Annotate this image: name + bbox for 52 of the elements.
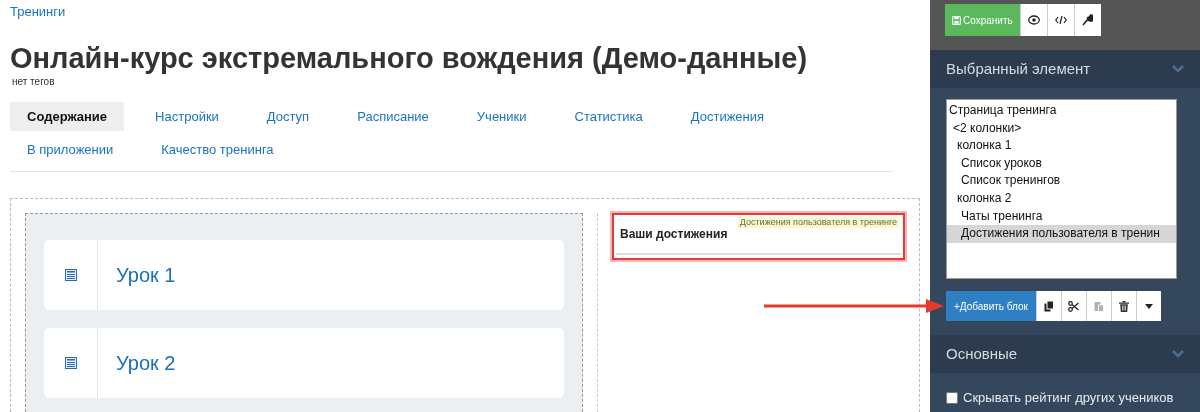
page-title: Онлайн-курс экстремального вождения (Демо-данные) — [10, 40, 809, 76]
tree-item[interactable]: колонка 1 — [947, 137, 1176, 155]
tree-item[interactable]: Достижения пользователя в тренин — [947, 225, 1176, 243]
lesson-card[interactable]: Урок 1 — [44, 239, 564, 310]
tab[interactable]: Статистика — [557, 101, 660, 131]
tree-item[interactable]: Список уроков — [947, 154, 1176, 173]
paste-icon — [1094, 300, 1104, 312]
delete-button[interactable] — [1111, 291, 1136, 321]
list-icon — [64, 356, 77, 369]
breadcrumb-link[interactable]: Тренинги — [10, 2, 66, 22]
code-icon — [1054, 15, 1067, 25]
lesson-title[interactable]: Урок 2 — [116, 347, 176, 378]
checkbox[interactable] — [946, 391, 958, 404]
tree-item[interactable]: Список тренингов — [947, 172, 1176, 190]
preview-button[interactable] — [1019, 4, 1047, 36]
cut-button[interactable] — [1061, 291, 1086, 321]
tags-label: нет тегов — [12, 75, 56, 88]
tab[interactable]: Ученики — [459, 101, 544, 131]
copy-icon — [1044, 300, 1054, 312]
tree-item[interactable]: Страница тренинга — [947, 102, 1176, 120]
settings-button[interactable] — [1073, 4, 1101, 36]
code-button[interactable] — [1046, 4, 1074, 36]
tab[interactable]: Настройки — [138, 101, 236, 131]
tree-item[interactable]: Чаты тренинга — [947, 207, 1176, 226]
tab[interactable]: Содержание — [10, 101, 125, 131]
tree-item[interactable]: <2 колонки> — [947, 119, 1176, 138]
achievements-block[interactable]: Достижения пользователя в тренинге Ваши достижения — [612, 212, 905, 260]
trash-icon — [1119, 300, 1129, 312]
caret-icon — [1145, 303, 1153, 309]
eye-icon — [1027, 15, 1040, 25]
lesson-title[interactable]: Урок 1 — [116, 259, 176, 290]
block-heading: Ваши достижения — [620, 225, 728, 243]
lesson-card[interactable]: Урок 2 — [44, 327, 564, 398]
floppy-icon — [952, 15, 961, 25]
list-icon — [64, 268, 77, 281]
checkbox-label: Скрывать рейтинг других учеников — [963, 389, 1174, 407]
section-title: Основные — [946, 343, 1018, 364]
tab[interactable]: В приложении — [10, 135, 131, 165]
section-header[interactable]: Основные — [930, 335, 1200, 373]
tab[interactable]: Достижения — [673, 101, 782, 131]
more-button[interactable] — [1136, 291, 1161, 321]
scissors-icon — [1068, 300, 1080, 312]
tab[interactable]: Доступ — [249, 101, 327, 131]
copy-button[interactable] — [1036, 291, 1061, 321]
wrench-icon — [1082, 14, 1094, 26]
block-type-label: Достижения пользователя в тренинге — [737, 216, 899, 228]
tree-item[interactable]: колонка 2 — [947, 189, 1176, 208]
tab[interactable]: Расписание — [340, 101, 446, 131]
tab[interactable]: Качество тренинга — [144, 135, 291, 165]
section-title: Выбранный элемент — [946, 58, 1091, 79]
section-header[interactable]: Выбранный элемент — [930, 50, 1200, 88]
add-block-button[interactable]: +Добавить блок — [946, 291, 1036, 321]
